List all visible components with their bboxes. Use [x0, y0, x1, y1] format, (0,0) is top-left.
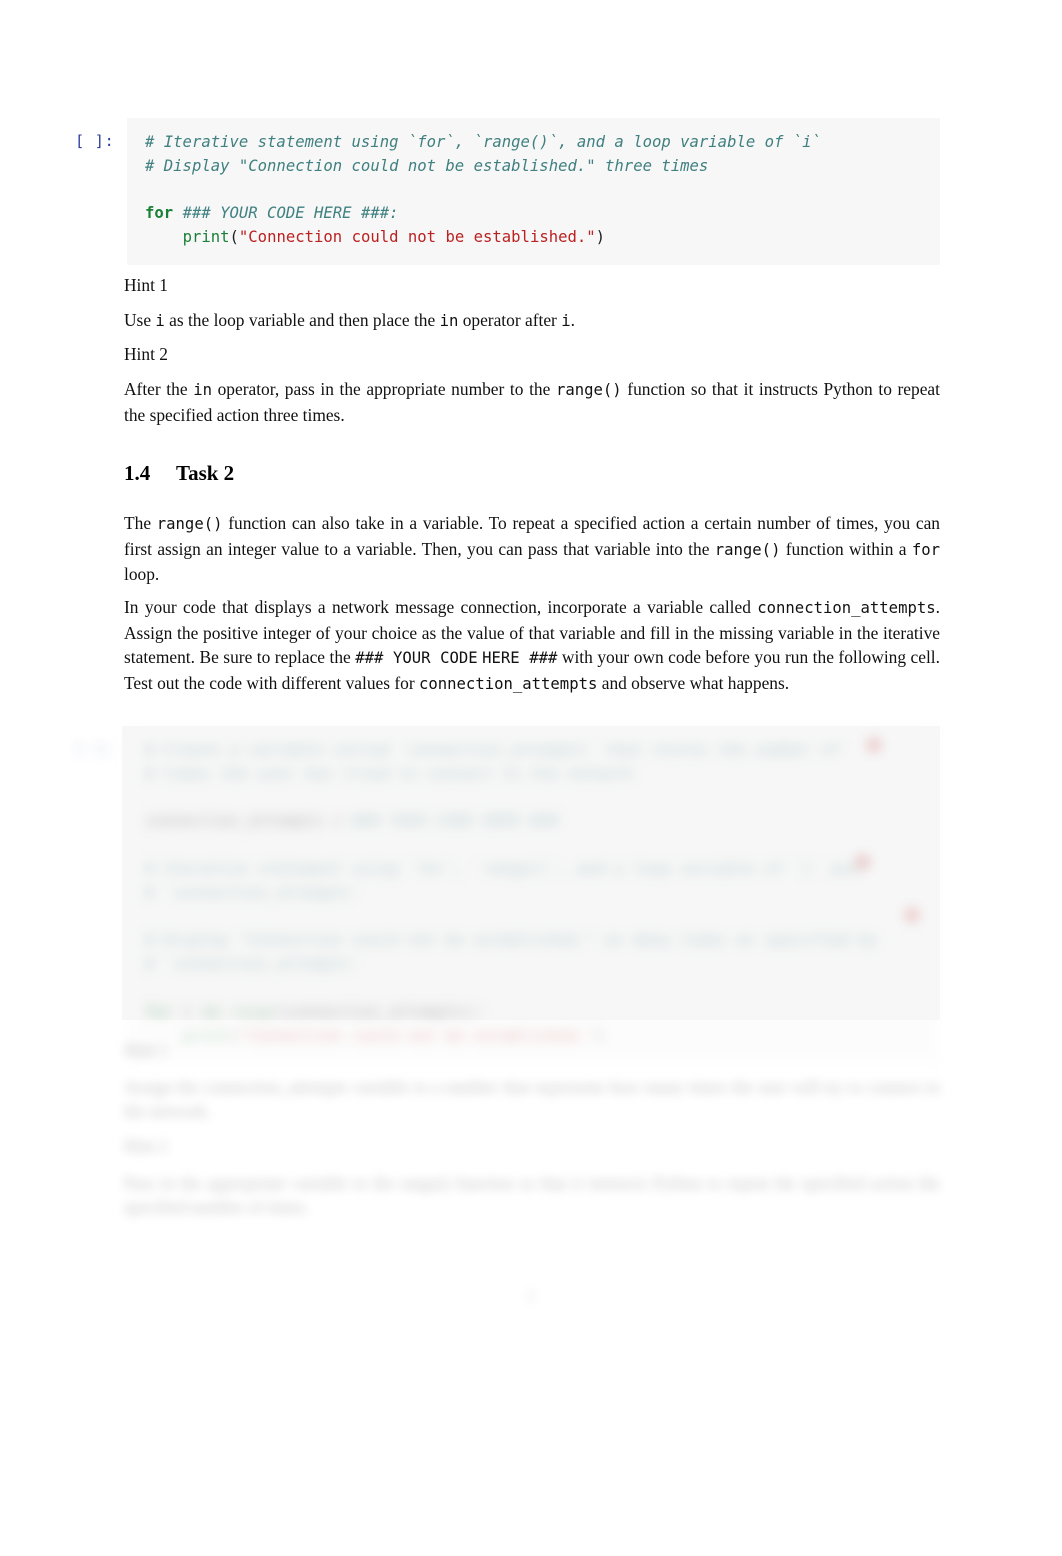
inline-text: and observe what happens.	[597, 672, 790, 693]
inline-code: for	[911, 540, 940, 559]
inline-code: connection_attempts	[418, 674, 598, 693]
code-token-comment: # Display "Connection could not be estab…	[145, 156, 709, 175]
code-token-comment: # `connection_attempts`	[145, 883, 361, 902]
inline-code: range()	[156, 515, 223, 533]
hint-1-title: Hint 1	[124, 275, 168, 295]
section-number: 1.4	[124, 461, 151, 485]
code-token-comment: # `connection_attempts`	[145, 955, 361, 974]
redacted-marker-group	[855, 730, 935, 930]
paragraph-task-instructions: In your code that displays a network mes…	[124, 595, 940, 696]
code-token-comment: # Iterative statement using `for`, `rang…	[145, 859, 859, 878]
redacted-hint-3-body: Assign the connection_attempts variable …	[124, 1076, 940, 1122]
code-token-comment: # Iterative statement using `for`, `rang…	[145, 133, 821, 151]
inline-text: The	[124, 513, 157, 533]
code-token-plain: i	[173, 1002, 202, 1021]
inline-code: i	[155, 312, 165, 330]
inline-code: HERE ###	[482, 649, 558, 668]
code-token-plain: (	[229, 228, 239, 247]
redacted-marker-icon	[867, 738, 881, 752]
code-cell-1[interactable]: [ ]: # Iterative statement using `for`, …	[75, 118, 940, 265]
redacted-hint-4-title: Hint 2	[124, 1136, 168, 1156]
redacted-code-block: # Create a variable called `connection_a…	[145, 739, 922, 1048]
paragraph-range-variable: The range() function can also take in a …	[124, 511, 940, 587]
redacted-hint-3: Hint 1 Assign the connection_attempts va…	[124, 1038, 940, 1124]
code-token-keyword: for	[145, 204, 174, 223]
code-cell-1-body[interactable]: # Iterative statement using `for`, `rang…	[127, 118, 940, 265]
inline-code: connection_attempts	[757, 599, 936, 617]
inline-code: i	[561, 312, 571, 330]
code-token-plain: =	[323, 812, 352, 831]
code-block-1: # Iterative statement using `for`, `rang…	[145, 131, 922, 250]
code-token-comment: ### YOUR CODE HERE ###:	[182, 204, 399, 223]
document-page: [ ]: # Iterative statement using `for`, …	[0, 0, 1062, 1556]
inline-text: In your code that displays a network mes…	[124, 597, 758, 617]
inline-code: in	[193, 381, 212, 399]
redacted-cell-body: # Create a variable called `connection_a…	[127, 726, 940, 1064]
code-token-function: range	[229, 1002, 277, 1021]
inline-text: Use	[124, 310, 156, 330]
inline-text: operator, pass in the appropriate number…	[211, 379, 556, 399]
inline-code: range()	[714, 540, 781, 559]
code-token-comment: # times the user has tried to connect to…	[145, 764, 634, 783]
code-token-plain: )	[595, 228, 606, 247]
inline-code: ### YOUR CODE	[355, 649, 478, 668]
section-title: Task 2	[176, 461, 235, 485]
inline-text: operator after	[458, 310, 562, 330]
redacted-marker-icon	[905, 908, 919, 922]
code-token-comment: ### YOUR CODE HERE ###	[351, 812, 559, 831]
redacted-code-cell[interactable]: [ ]: # Create a variable called `connect…	[75, 726, 955, 1064]
redacted-hint-4-body: Pass in the appropriate variable to the …	[124, 1172, 940, 1218]
hint-2-title: Hint 2	[124, 344, 168, 364]
cell-prompt-1: [ ]:	[75, 132, 115, 150]
inline-text: After the	[124, 379, 194, 399]
code-token-keyword: in	[201, 1002, 221, 1021]
code-token-comment: # Display "Connection could not be estab…	[145, 931, 878, 950]
inline-text: .	[570, 310, 575, 330]
inline-text: function within a	[780, 538, 912, 559]
inline-text: as the loop variable and then place the	[164, 310, 440, 330]
section-heading: 1.4 Task 2	[124, 461, 234, 486]
code-token-plain: (connection_attempts):	[276, 1002, 484, 1021]
redacted-marker-icon	[856, 855, 870, 869]
code-token-plain: connection_attempts	[145, 812, 324, 831]
code-token-comment: # Create a variable called `connection_a…	[145, 741, 840, 759]
code-token-string: "Connection could not be established."	[238, 228, 596, 247]
inline-code: in	[439, 312, 459, 330]
redacted-hint-3-title: Hint 1	[124, 1040, 168, 1060]
code-token-function: print	[182, 228, 230, 247]
inline-code: range()	[555, 381, 622, 399]
inline-text: loop.	[124, 564, 160, 585]
redacted-cell-inner: [ ]: # Create a variable called `connect…	[75, 726, 940, 1064]
redacted-hint-4: Hint 2 Pass in the appropriate variable …	[124, 1134, 940, 1220]
page-number: 2	[527, 1288, 535, 1305]
code-token-keyword: for	[145, 1002, 174, 1021]
hint-2-body: After the in operator, pass in the appro…	[124, 377, 940, 427]
hint-1-body: Use i as the loop variable and then plac…	[124, 308, 940, 334]
redacted-cell-prompt: [ ]:	[75, 740, 115, 758]
